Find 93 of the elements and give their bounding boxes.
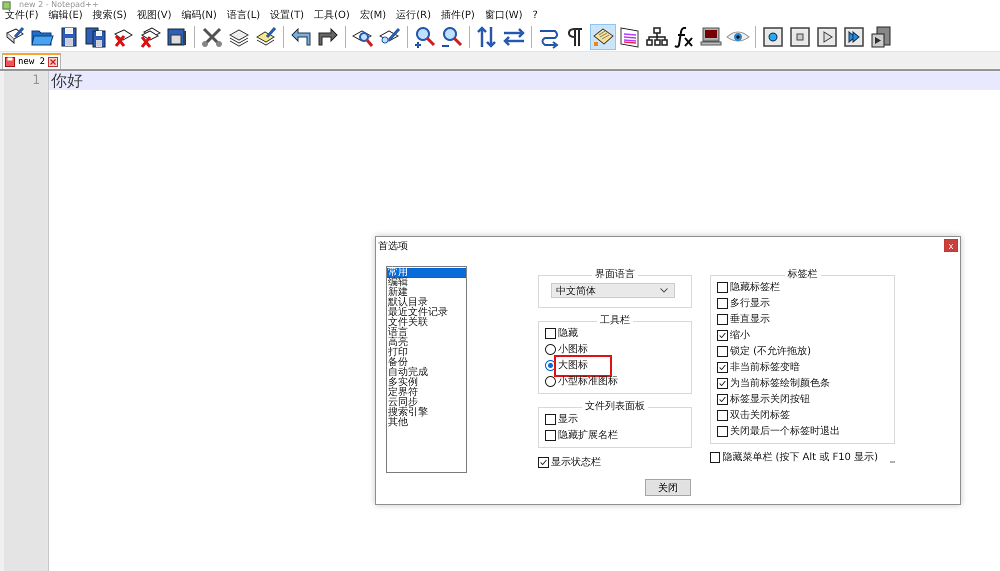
checkbox[interactable] — [717, 426, 728, 437]
chevron-down-icon — [660, 288, 668, 293]
option-label: 隐藏标签栏 — [730, 282, 780, 294]
category-item[interactable]: 最近文件记录 — [387, 308, 466, 318]
group-title: 界面语言 — [594, 270, 636, 280]
documents-cross-icon — [138, 24, 162, 48]
checkbox[interactable] — [717, 346, 728, 357]
option-label: 隐藏 — [558, 328, 578, 340]
group-title: 工具栏 — [599, 316, 631, 326]
category-item[interactable]: 文件关联 — [387, 318, 466, 328]
line-number: 1 — [31, 72, 41, 90]
notepad-icon — [2, 0, 11, 10]
option-label: 标签显示关闭按钮 — [730, 394, 810, 406]
checkbox[interactable] — [538, 457, 549, 468]
monitor-icon — [699, 24, 723, 48]
category-item[interactable]: 语言 — [387, 328, 466, 338]
toolbar-button[interactable] — [590, 24, 616, 50]
option-label: 缩小 — [730, 330, 750, 342]
category-item[interactable]: 新建 — [387, 288, 466, 298]
option-label: 显示 — [558, 414, 578, 426]
category-item[interactable]: 定界符 — [387, 388, 466, 398]
menu-item[interactable]: 宏(M) — [360, 10, 386, 22]
group-title: 文件列表面板 — [584, 402, 646, 412]
category-item[interactable]: 云同步 — [387, 398, 466, 408]
option-label: 小型标准图标 — [558, 376, 618, 388]
zoom-out-icon — [440, 24, 464, 48]
category-item[interactable]: 高亮 — [387, 338, 466, 348]
category-item[interactable]: 多实例 — [387, 378, 466, 388]
option-label: 关闭最后一个标签时退出 — [730, 426, 840, 438]
close-button[interactable]: 关闭 — [645, 479, 691, 496]
option-label: 垂直显示 — [730, 314, 770, 326]
category-item[interactable]: 其他 — [387, 418, 466, 428]
checkbox[interactable] — [717, 394, 728, 405]
checkbox[interactable] — [717, 410, 728, 421]
option-label: 双击关闭标签 — [730, 410, 790, 422]
option-label: 显示状态栏 — [551, 456, 601, 468]
checkbox[interactable] — [545, 430, 556, 441]
option-label: 锁定 (不允许拖放) — [730, 346, 811, 358]
menu-item[interactable]: 搜索(S) — [92, 10, 127, 22]
category-item[interactable]: 编辑 — [387, 278, 466, 288]
menu-item[interactable]: 编辑(E) — [48, 10, 83, 22]
category-item[interactable]: 自动完成 — [387, 368, 466, 378]
option-label: 隐藏菜单栏 (按下 Alt 或 F10 显示) — [722, 452, 878, 464]
category-item[interactable]: 备份 — [387, 358, 466, 368]
checkbox[interactable] — [710, 452, 720, 463]
option-label: 大图标 — [554, 354, 612, 376]
option-label: 非当前标签变暗 — [730, 362, 800, 374]
checkbox[interactable] — [717, 298, 728, 309]
menu-item[interactable]: 窗口(W) — [484, 10, 523, 22]
checkbox[interactable] — [545, 328, 556, 339]
menu-item[interactable]: 插件(P) — [440, 10, 475, 22]
stop-icon — [788, 24, 812, 48]
play-icon — [815, 24, 839, 48]
menu-item[interactable]: 语言(L) — [226, 10, 260, 22]
checkbox[interactable] — [717, 314, 728, 325]
radio-button[interactable] — [545, 344, 556, 355]
record-icon — [761, 24, 785, 48]
category-item[interactable]: 打印 — [387, 348, 466, 358]
cursor-mark: _ — [890, 452, 895, 463]
option-label: 多行显示 — [730, 298, 770, 310]
checkbox[interactable] — [717, 330, 728, 341]
radio-button[interactable] — [545, 376, 556, 387]
vertical-arrows-icon — [475, 24, 499, 48]
category-item[interactable]: 默认目录 — [387, 298, 466, 308]
menu-item[interactable]: ? — [532, 10, 538, 22]
dialog-title: 首选项 — [378, 240, 408, 252]
menu-item[interactable]: 文件(F) — [5, 10, 39, 22]
checkbox[interactable] — [717, 378, 728, 389]
language-dropdown[interactable]: 中文简体 — [551, 283, 675, 298]
group-title: 标签栏 — [786, 270, 818, 280]
category-item[interactable]: 搜索引擎 — [387, 408, 466, 418]
option-label: 隐藏扩展名栏 — [558, 430, 618, 442]
checkbox[interactable] — [717, 282, 728, 293]
menu-item[interactable]: 运行(R) — [396, 10, 431, 22]
pages-brush-icon — [254, 24, 278, 48]
option-label: 为当前标签绘制颜色条 — [730, 378, 830, 390]
close-button[interactable]: x — [944, 239, 958, 252]
zoom-in-icon — [413, 24, 437, 48]
file-tab[interactable]: new 2 — [2, 53, 62, 69]
floppy-play-icon — [869, 24, 893, 48]
tab-label: new 2 — [18, 57, 46, 67]
checkbox[interactable] — [545, 414, 556, 425]
close-icon[interactable] — [48, 57, 58, 67]
option-label: 小图标 — [558, 344, 588, 356]
menu-item[interactable]: 工具(O) — [314, 10, 350, 22]
menu-item[interactable]: 视图(V) — [136, 10, 172, 22]
menu-item[interactable]: 设置(T) — [270, 10, 304, 22]
play-repeat-icon — [842, 24, 866, 48]
window-title: new 2 - Notepad++ — [19, 0, 99, 10]
menu-item[interactable]: 编码(N) — [182, 10, 217, 22]
checkbox[interactable] — [717, 362, 728, 373]
hierarchy-icon — [645, 24, 669, 48]
floppy-disks-icon — [84, 24, 108, 48]
